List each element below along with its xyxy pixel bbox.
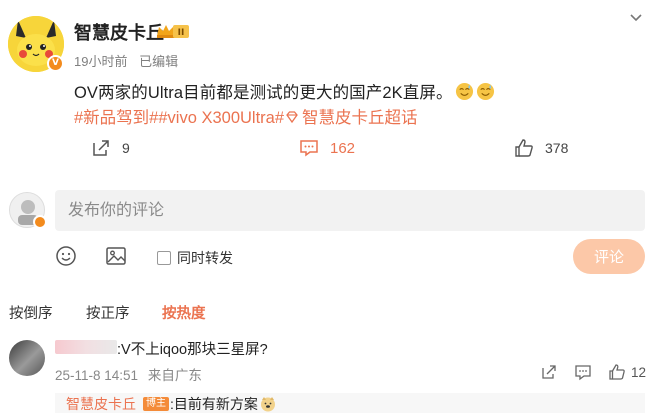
reply-text: :目前有新方案: [170, 394, 276, 413]
thumbs-up-icon[interactable]: [608, 363, 626, 381]
comment-composer: 同时转发 评论: [0, 186, 660, 286]
sort-reverse[interactable]: 按倒序: [9, 302, 53, 323]
verified-badge-icon: V: [47, 55, 64, 72]
comment-count: 162: [330, 139, 356, 157]
repost-label: 同时转发: [177, 250, 233, 266]
post-text-content: OV两家的Ultra目前都是测试的更大的国产2K直屏。: [74, 84, 453, 102]
sweat-smile-emoji-icon: [455, 82, 473, 101]
like-count: 378: [545, 140, 569, 156]
reply-item: 智慧皮卡丘 博主 :目前有新方案: [55, 393, 645, 413]
diamond-icon: [286, 111, 298, 124]
image-icon[interactable]: [105, 245, 127, 267]
reply-author[interactable]: 智慧皮卡丘: [66, 394, 136, 413]
tag-vivo-x300ultra[interactable]: #vivo X300Ultra#: [158, 109, 284, 127]
forward-count: 9: [122, 140, 130, 156]
commenter-name-redacted[interactable]: [55, 340, 117, 354]
share-icon[interactable]: [540, 363, 558, 381]
sweat-smile-emoji-icon: [476, 82, 494, 101]
tag-new-product[interactable]: #新品驾到#: [74, 109, 158, 127]
tag-super-topic[interactable]: 智慧皮卡丘超话: [302, 109, 418, 127]
thumbs-up-icon: [515, 139, 533, 157]
comment-text: :V不上iqoo那块三星屏?: [117, 342, 268, 358]
forward-icon: [93, 140, 109, 156]
comment-item: :V不上iqoo那块三星屏? 25-11-8 14:51 来自广东 12: [0, 336, 660, 386]
commenter-avatar[interactable]: [9, 340, 45, 376]
repost-checkbox[interactable]: 同时转发: [157, 248, 233, 268]
like-button[interactable]: 378: [514, 134, 568, 162]
doge-emoji-icon: [260, 397, 275, 412]
comment-date: 25-11-8 14:51: [55, 368, 139, 383]
reply-icon[interactable]: [574, 363, 592, 381]
post-header: V 智慧皮卡丘 II 19小时前 已编辑: [0, 0, 660, 75]
sort-hot[interactable]: 按热度: [162, 302, 206, 323]
vip-member-icon[interactable]: II: [155, 22, 191, 40]
post-text: OV两家的Ultra目前都是测试的更大的国产2K直屏。: [74, 79, 495, 103]
comment-location: 来自广东: [147, 368, 202, 383]
edited-label: 已编辑: [139, 54, 179, 69]
comment-like-count: 12: [631, 365, 647, 380]
verified-badge-icon: [33, 215, 47, 229]
comment-input[interactable]: [55, 190, 645, 231]
author-badge: 博主: [143, 397, 169, 411]
author-name[interactable]: 智慧皮卡丘: [74, 19, 164, 45]
svg-text:II: II: [178, 28, 185, 38]
submit-comment-button[interactable]: 评论: [573, 239, 645, 274]
post-tags: #新品驾到##vivo X300Ultra# 智慧皮卡丘超话: [74, 104, 418, 128]
comment-sort-bar: 按倒序 按正序 按热度: [0, 302, 660, 324]
post-actions: 9 162 378: [0, 134, 660, 162]
chevron-down-icon[interactable]: [628, 10, 644, 26]
post-time[interactable]: 19小时前: [74, 54, 127, 69]
forward-button[interactable]: 9: [91, 134, 130, 162]
post-meta: 19小时前 已编辑: [74, 51, 178, 70]
reply-text-content: :目前有新方案: [170, 396, 258, 412]
comment-meta: 25-11-8 14:51 来自广东: [55, 364, 202, 384]
comment-icon: [300, 140, 318, 157]
comment-button[interactable]: 162: [299, 134, 355, 162]
checkbox-box[interactable]: [157, 251, 171, 265]
emoji-icon[interactable]: [55, 245, 77, 267]
sort-forward[interactable]: 按正序: [86, 302, 130, 323]
